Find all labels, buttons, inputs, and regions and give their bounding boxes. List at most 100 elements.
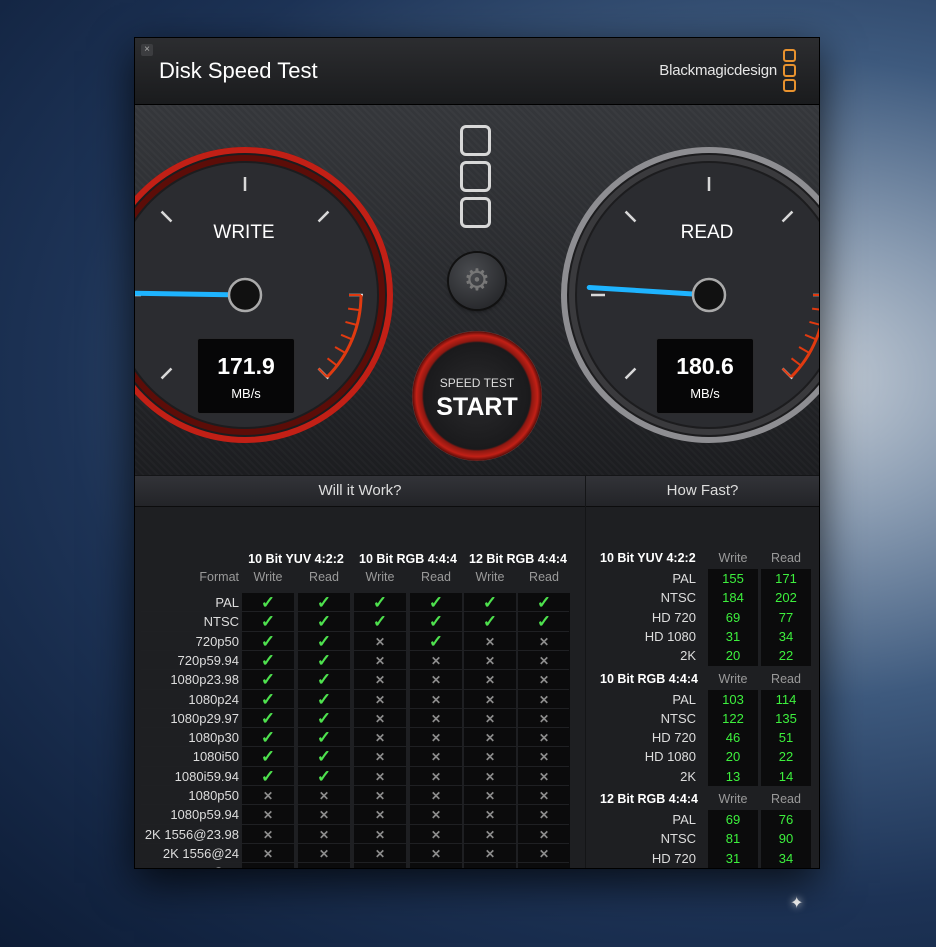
cross-icon: ✕: [538, 827, 550, 842]
check-icon: ✓: [260, 689, 276, 709]
read-speed-unit: MB/s: [690, 386, 720, 401]
read-speed-cell: 22: [778, 749, 794, 765]
will-it-work-panel: Will it Work? 10 Bit YUV 4:2:2 Write Read 1…: [135, 476, 585, 868]
brand-name: Blackmagicdesign: [659, 62, 777, 79]
cross-icon: ✕: [374, 750, 386, 765]
write-gauge-hub: [227, 277, 263, 313]
cross-icon: ✕: [374, 789, 386, 803]
cross-icon: ✕: [430, 827, 442, 842]
write-speed-cell: 184: [722, 590, 744, 606]
check-icon: ✓: [260, 631, 276, 651]
format-label: HD 1080: [644, 749, 696, 765]
format-label: HD 720: [651, 850, 696, 866]
settings-button[interactable]: ⚙: [449, 253, 505, 309]
read-speed-cell: 114: [775, 691, 797, 707]
cross-icon: ✕: [430, 769, 442, 784]
cross-icon: ✕: [484, 827, 496, 842]
title-bar: × Disk Speed Test Blackmagicdesign: [135, 38, 819, 105]
cross-icon: ✕: [374, 634, 386, 649]
format-label: 1080p50: [188, 788, 239, 803]
cross-icon: ✕: [538, 750, 550, 765]
check-icon: ✓: [316, 708, 332, 728]
write-speed-cell: 103: [722, 691, 744, 707]
format-label: 1080p29.97: [170, 710, 239, 726]
cross-icon: ✕: [430, 731, 442, 746]
row-divider: [141, 727, 569, 729]
cross-icon: ✕: [262, 808, 274, 823]
row-divider: [141, 842, 569, 844]
cross-icon: ✕: [484, 692, 496, 707]
read-gauge-hub: [691, 277, 727, 313]
group-header: 10 Bit YUV 4:2:2: [248, 552, 344, 566]
check-icon: ✓: [260, 708, 276, 728]
write-speed-value: 171.9: [217, 353, 275, 379]
check-icon: ✓: [260, 593, 276, 612]
cross-icon: ✕: [262, 789, 274, 803]
close-button[interactable]: ×: [141, 44, 153, 56]
write-speed-cell: 69: [725, 609, 741, 625]
write-speed-cell: 13: [725, 768, 741, 784]
check-icon: ✓: [316, 766, 332, 786]
read-column-header: Read: [771, 551, 801, 565]
gauge-panel: WRITE 171.9 MB/s ⚙ SPEED TEST START READ…: [135, 105, 819, 475]
gear-icon: ⚙: [463, 264, 491, 297]
cross-icon: ✕: [538, 846, 550, 861]
cross-icon: ✕: [318, 846, 330, 861]
cross-icon: ✕: [538, 634, 550, 649]
cross-icon: ✕: [262, 846, 274, 861]
app-title: Disk Speed Test: [159, 58, 318, 83]
brand-logo-icon: [783, 49, 797, 94]
check-icon: ✓: [260, 650, 276, 670]
write-speed-cell: 81: [725, 831, 741, 847]
group-header: 10 Bit RGB 4:4:4: [600, 671, 698, 686]
format-label: 1080p30: [188, 730, 239, 746]
row-divider: [141, 862, 569, 864]
check-icon: ✓: [316, 728, 332, 748]
cross-icon: ✕: [538, 653, 550, 668]
write-column-header: Write: [718, 792, 748, 806]
row-divider: [141, 649, 569, 651]
read-speed-cell: 34: [778, 850, 794, 866]
cross-icon: ✕: [430, 692, 442, 707]
cross-icon: ✕: [484, 750, 496, 765]
format-label: PAL: [672, 812, 696, 827]
cross-icon: ✕: [374, 653, 386, 668]
read-column-header: Read: [771, 792, 801, 806]
check-icon: ✓: [536, 612, 552, 632]
cross-icon: ✕: [484, 846, 496, 861]
write-column-header: Write: [365, 570, 395, 584]
check-icon: ✓: [316, 689, 332, 709]
cross-icon: ✕: [430, 673, 442, 688]
format-label: 1080p24: [188, 691, 239, 707]
row-divider: [141, 746, 569, 748]
check-icon: ✓: [372, 593, 388, 612]
cross-icon: ✕: [262, 827, 274, 842]
row-divider: [141, 688, 569, 690]
format-label: 2K: [680, 648, 696, 664]
read-speed-value: 180.6: [676, 353, 734, 379]
cross-icon: ✕: [374, 711, 386, 726]
check-icon: ✓: [316, 631, 332, 651]
read-speed-cell: 22: [778, 648, 794, 664]
write-speed-cell: 122: [722, 710, 744, 726]
check-icon: ✓: [482, 612, 498, 632]
cross-icon: ✕: [538, 673, 550, 688]
cross-icon: ✕: [374, 692, 386, 707]
cross-icon: ✕: [538, 789, 550, 803]
format-label: HD 720: [651, 730, 696, 746]
cross-icon: ✕: [538, 731, 550, 746]
cross-icon: ✕: [410, 866, 462, 868]
format-label: NTSC: [660, 710, 696, 726]
row-divider: [141, 785, 569, 786]
read-speed-cell: 90: [778, 831, 794, 847]
check-icon: ✓: [316, 612, 332, 632]
start-button[interactable]: SPEED TEST START: [412, 331, 542, 461]
app-window: × Disk Speed Test Blackmagicdesign WRITE…: [134, 37, 820, 869]
check-icon: ✓: [260, 612, 276, 632]
close-icon: ×: [144, 44, 150, 55]
read-column-header: Read: [529, 570, 559, 584]
cross-icon: ✕: [374, 731, 386, 746]
read-speed-cell: 51: [778, 730, 794, 746]
group-header: 10 Bit RGB 4:4:4: [359, 552, 457, 566]
cross-icon: ✕: [464, 866, 516, 868]
